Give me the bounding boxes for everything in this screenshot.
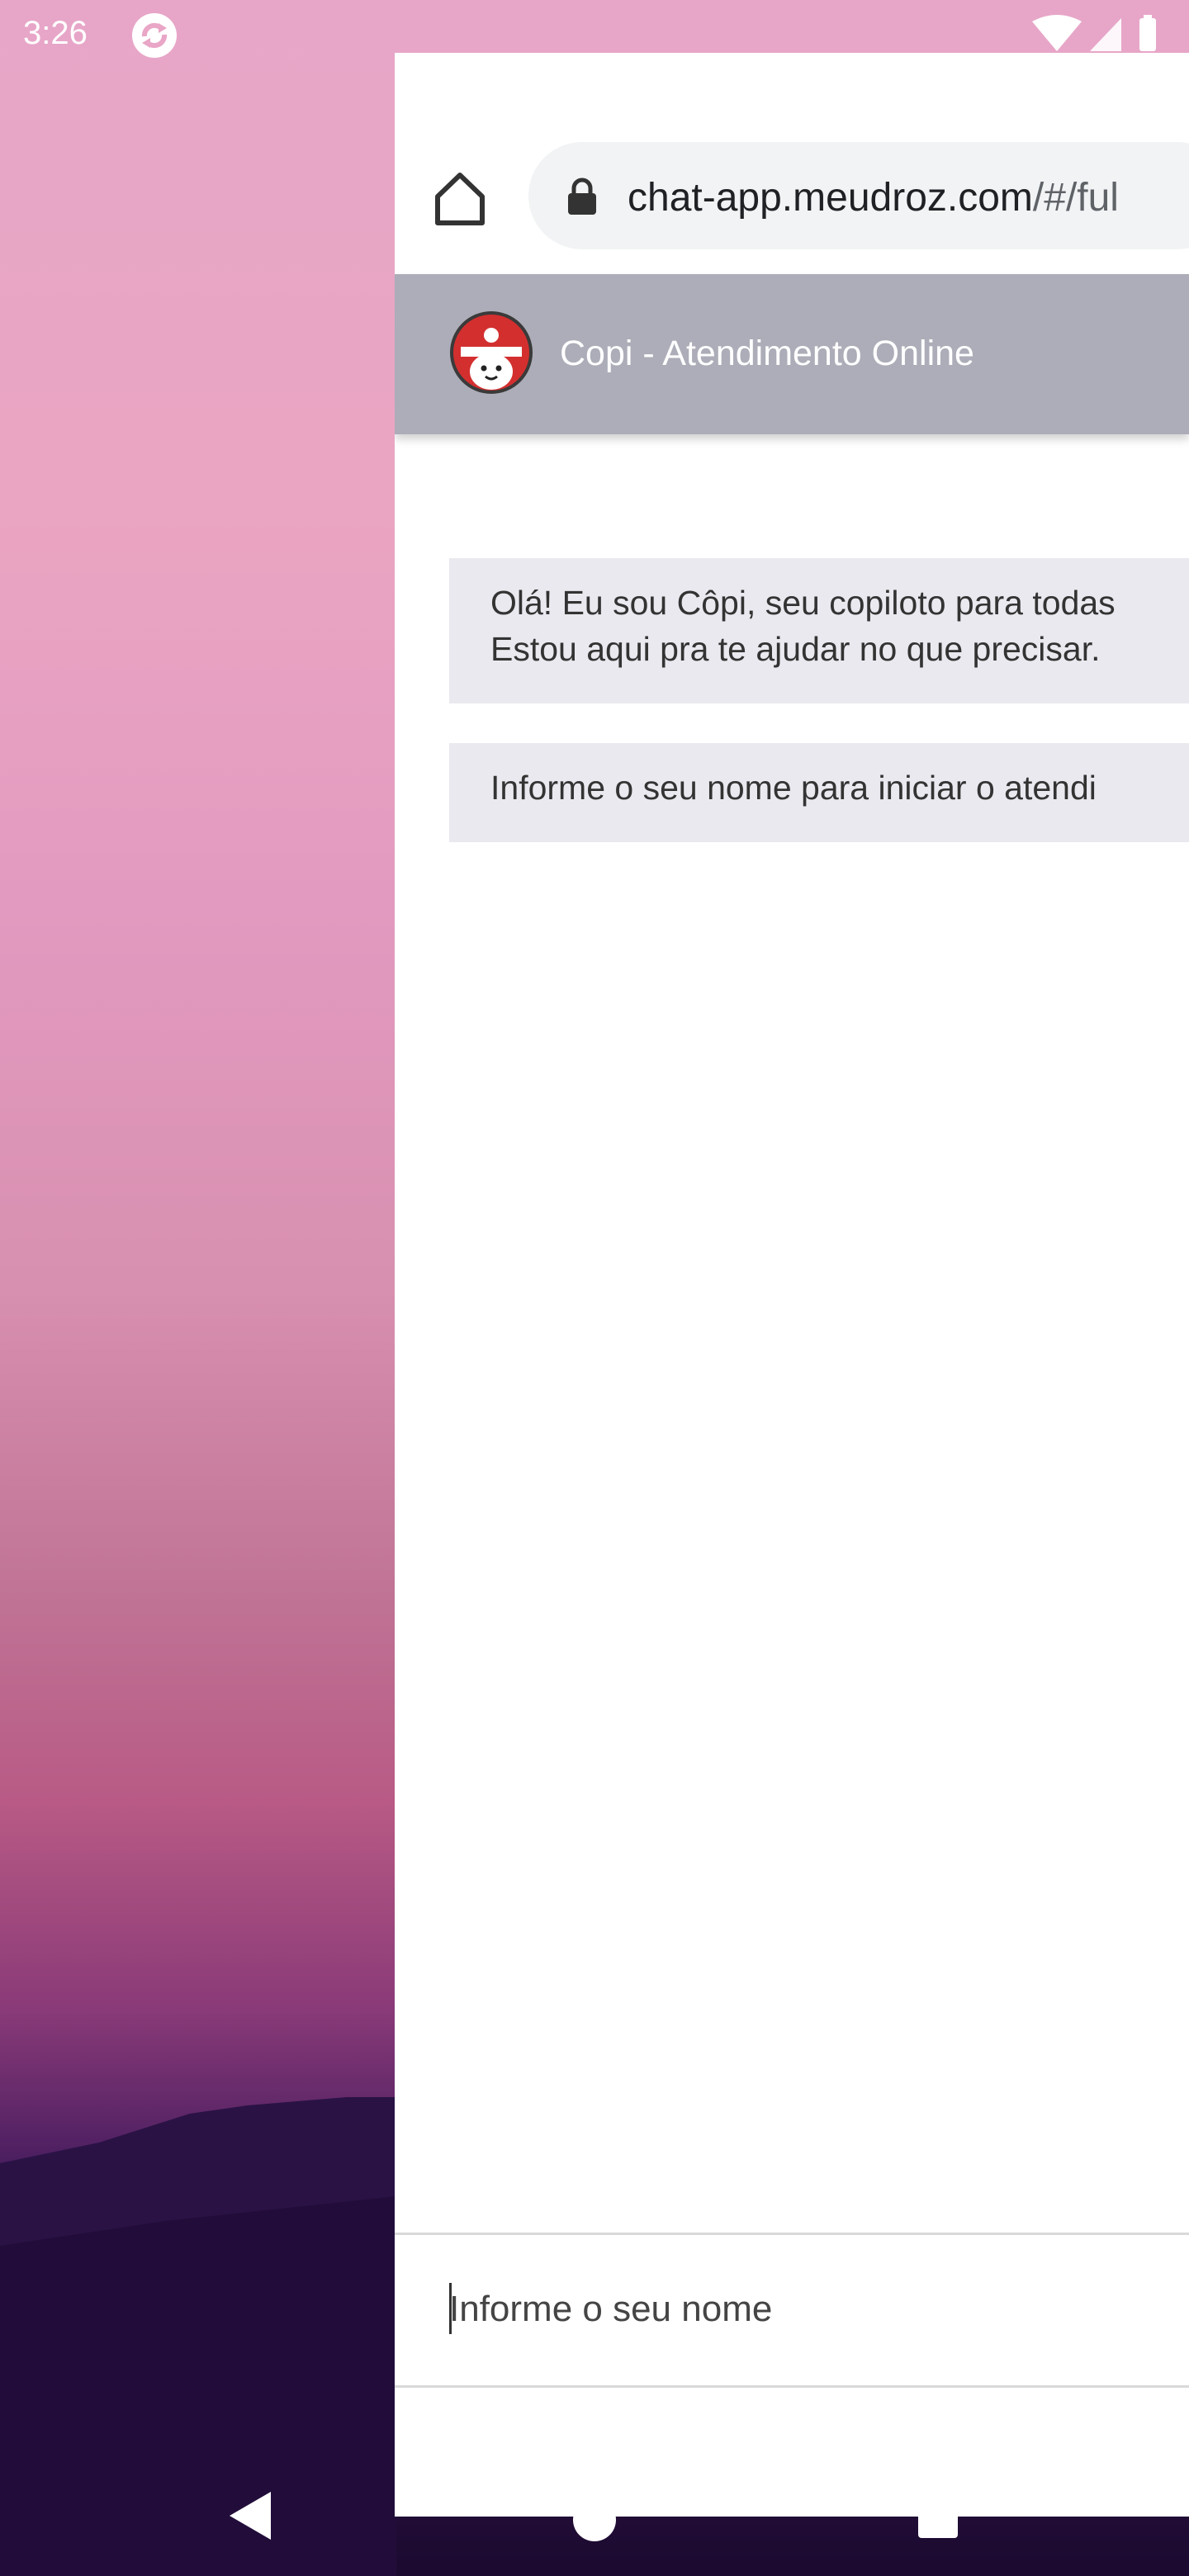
lock-icon — [568, 178, 596, 215]
signal-icon — [1090, 18, 1121, 51]
message-line: Estou aqui pra te ajudar no que precisar… — [490, 630, 1101, 668]
text-caret — [449, 2283, 452, 2334]
wifi-icon — [1032, 15, 1082, 51]
message-line: Olá! Eu sou Côpi, seu copiloto para toda… — [490, 584, 1116, 622]
url-path: /#/ful — [1032, 176, 1119, 220]
system-status-icons — [1032, 15, 1156, 51]
url-bar[interactable]: chat-app.meudroz.com/#/ful — [528, 142, 1189, 249]
home-icon[interactable] — [429, 168, 490, 230]
url-text[interactable]: chat-app.meudroz.com/#/ful — [628, 175, 1119, 220]
recents-icon[interactable] — [915, 2495, 961, 2541]
bot-message: Informe o seu nome para iniciar o atendi — [449, 743, 1189, 842]
url-domain: chat-app.meudroz.com — [628, 176, 1033, 220]
home-circle-icon[interactable] — [570, 2495, 619, 2545]
back-icon[interactable] — [225, 2488, 276, 2543]
name-input[interactable] — [449, 2280, 1176, 2339]
battery-icon — [1139, 18, 1156, 51]
sync-icon — [132, 13, 177, 58]
navigation-bar — [0, 2470, 1189, 2576]
bot-message: Olá! Eu sou Côpi, seu copiloto para toda… — [449, 558, 1189, 703]
copi-avatar-icon — [450, 311, 533, 394]
chat-title: Copi - Atendimento Online — [560, 334, 974, 373]
browser-toolbar: chat-app.meudroz.com/#/ful — [395, 53, 1189, 274]
message-list: Olá! Eu sou Côpi, seu copiloto para toda… — [395, 434, 1189, 2284]
browser-window: chat-app.meudroz.com/#/ful Copi - Atendi… — [395, 53, 1189, 2517]
message-line: Informe o seu nome para iniciar o atendi — [490, 769, 1097, 807]
status-time: 3:26 — [23, 15, 88, 51]
chat-input-area — [395, 2233, 1189, 2388]
chat-header: Copi - Atendimento Online — [395, 274, 1189, 434]
